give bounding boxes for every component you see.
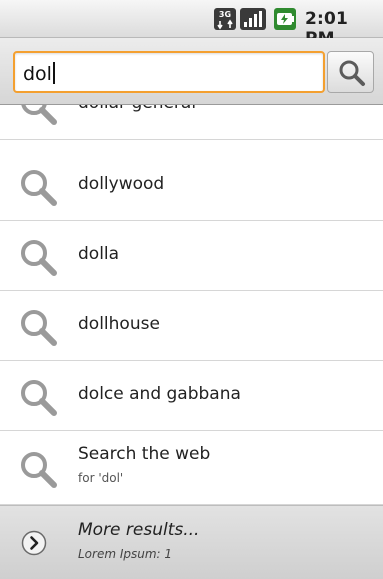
search-icon (21, 240, 57, 276)
status-bar: 3G 2:01 PM (0, 0, 383, 49)
svg-text:3G: 3G (219, 10, 231, 19)
search-icon (21, 452, 57, 488)
battery-charging-icon (274, 8, 296, 30)
chevron-right-circle-icon (21, 530, 47, 556)
suggestion-item[interactable]: dolce and gabbana (0, 361, 383, 431)
suggestion-item[interactable]: dollhouse (0, 291, 383, 361)
search-icon (21, 170, 57, 206)
search-input[interactable]: dol (13, 51, 325, 93)
search-bar: dol (0, 38, 383, 105)
search-web-sub: for 'dol' (78, 471, 124, 485)
suggestion-label: dollhouse (78, 314, 160, 334)
suggestion-label: dolla (78, 244, 120, 264)
search-query-value: dol (23, 63, 52, 85)
search-query-text: dol (23, 62, 55, 85)
search-icon (21, 105, 57, 125)
suggestion-list: dollar general dollywood dolla dollhouse… (0, 105, 383, 579)
search-web-label: Search the web (78, 444, 211, 464)
signal-strength-icon (240, 8, 266, 30)
search-icon (21, 380, 57, 416)
suggestion-label: dollywood (78, 174, 165, 194)
search-web-item[interactable]: Search the web for 'dol' (0, 432, 383, 505)
suggestion-item[interactable]: dolla (0, 221, 383, 291)
text-caret (52, 62, 55, 84)
suggestion-label: dolce and gabbana (78, 384, 241, 404)
suggestion-item[interactable]: dollywood (0, 151, 383, 221)
suggestion-label: dollar general (78, 105, 196, 113)
search-button[interactable] (327, 51, 374, 93)
more-results-item[interactable]: More results... Lorem Ipsum: 1 (0, 505, 383, 579)
search-icon (21, 310, 57, 346)
more-results-title: More results... (78, 520, 200, 540)
suggestion-item[interactable]: dollar general (0, 105, 383, 140)
more-results-sub: Lorem Ipsum: 1 (78, 547, 173, 561)
search-icon (339, 60, 365, 86)
3g-icon: 3G (214, 8, 236, 30)
